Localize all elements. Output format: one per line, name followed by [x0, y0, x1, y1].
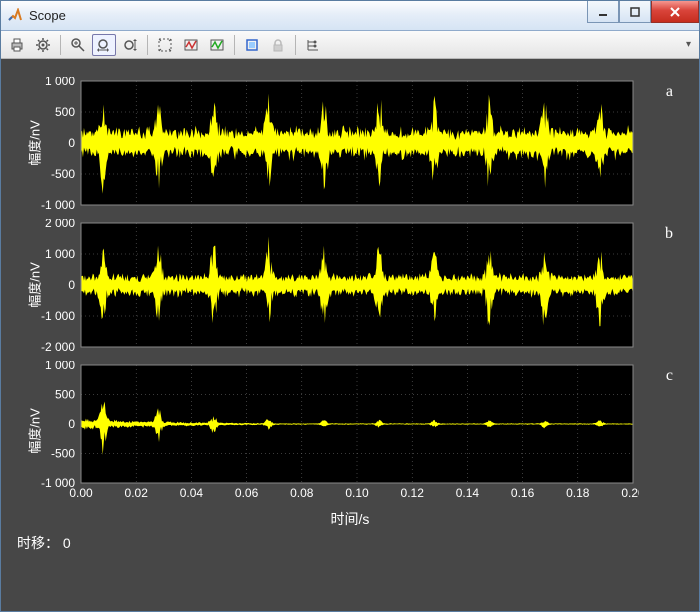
y-axis-label: 幅度/nV	[24, 120, 43, 166]
svg-text:-2 000: -2 000	[41, 340, 75, 351]
close-button[interactable]	[651, 1, 699, 23]
svg-text:0.14: 0.14	[456, 486, 480, 500]
zoom-xy-button[interactable]	[92, 34, 116, 56]
titlebar[interactable]: Scope	[1, 1, 699, 31]
svg-text:2 000: 2 000	[45, 219, 75, 230]
window-buttons	[587, 1, 699, 30]
toolbar-separator	[234, 35, 235, 55]
scope-plot-a[interactable]: 幅度/nV a -1 000-50005001 000	[29, 77, 683, 209]
plot-tag: a	[666, 83, 673, 101]
svg-text:0.10: 0.10	[345, 486, 369, 500]
svg-text:0.12: 0.12	[401, 486, 425, 500]
toolbar-separator	[147, 35, 148, 55]
svg-text:-1 000: -1 000	[41, 198, 75, 209]
scope-window: Scope	[0, 0, 700, 612]
zoom-in-button[interactable]	[66, 34, 90, 56]
matlab-icon	[7, 8, 23, 24]
svg-text:-500: -500	[51, 167, 75, 181]
svg-text:0.04: 0.04	[180, 486, 204, 500]
svg-text:0.08: 0.08	[290, 486, 314, 500]
lock-button[interactable]	[266, 34, 290, 56]
plot-tag: c	[666, 367, 673, 385]
svg-text:-1 000: -1 000	[41, 309, 75, 323]
plot-tag: b	[665, 225, 673, 243]
toolbar-overflow-icon[interactable]: ▾	[677, 39, 695, 50]
fit-to-view-button[interactable]	[153, 34, 177, 56]
scope-plot-c[interactable]: 幅度/nV c -1 000-50005001 000 0.000.020.04…	[29, 361, 683, 501]
x-axis-label: 时间/s	[9, 509, 691, 529]
minimize-button[interactable]	[587, 1, 619, 23]
status-value: 0	[63, 535, 71, 551]
cursor-b-button[interactable]	[205, 34, 229, 56]
svg-text:0.00: 0.00	[69, 486, 93, 500]
svg-text:1 000: 1 000	[45, 247, 75, 261]
status-bar: 时移： 0	[9, 529, 691, 559]
y-axis-label: 幅度/nV	[24, 262, 43, 308]
cursor-a-button[interactable]	[179, 34, 203, 56]
svg-text:0: 0	[68, 278, 75, 292]
svg-text:0.02: 0.02	[125, 486, 149, 500]
toolbar-separator	[60, 35, 61, 55]
scope-plot-b[interactable]: 幅度/nV b -2 000-1 00001 0002 000	[29, 219, 683, 351]
svg-text:1 000: 1 000	[45, 77, 75, 88]
svg-text:0: 0	[68, 417, 75, 431]
status-label: 时移：	[17, 535, 59, 551]
maximize-button[interactable]	[619, 1, 651, 23]
signal-tree-button[interactable]	[301, 34, 325, 56]
settings-button[interactable]	[31, 34, 55, 56]
zoom-y-button[interactable]	[118, 34, 142, 56]
print-button[interactable]	[5, 34, 29, 56]
toolbar-separator	[295, 35, 296, 55]
svg-text:500: 500	[55, 388, 75, 402]
window-title: Scope	[29, 8, 587, 23]
svg-text:0.18: 0.18	[566, 486, 590, 500]
svg-text:0.20: 0.20	[621, 486, 639, 500]
svg-text:1 000: 1 000	[45, 361, 75, 372]
snapshot-button[interactable]	[240, 34, 264, 56]
y-axis-label: 幅度/nV	[24, 408, 43, 454]
svg-text:-500: -500	[51, 447, 75, 461]
svg-text:0.06: 0.06	[235, 486, 259, 500]
plot-area: 幅度/nV a -1 000 -500 0 500 1 000 幅度/nV b -2 0…	[1, 59, 699, 611]
toolbar: ▾	[1, 31, 699, 59]
svg-text:500: 500	[55, 105, 75, 119]
svg-text:0.16: 0.16	[511, 486, 535, 500]
svg-text:0: 0	[68, 136, 75, 150]
